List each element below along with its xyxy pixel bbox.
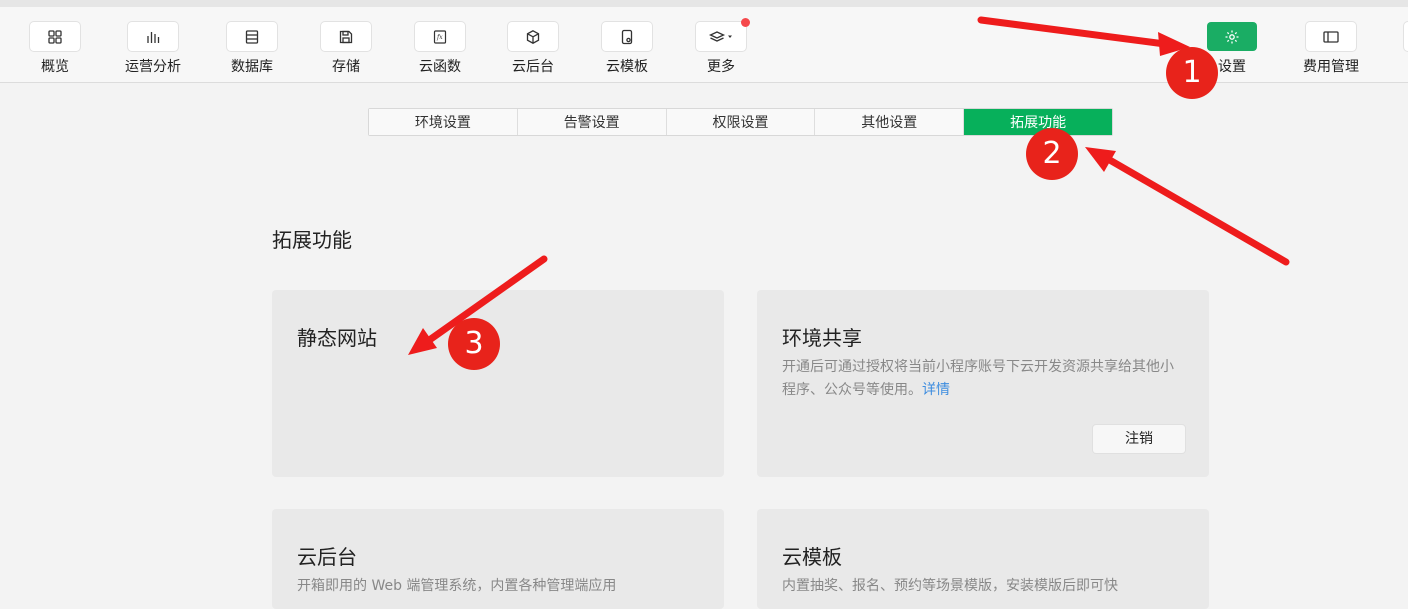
arrow-1	[977, 16, 1169, 48]
annotation-badge-3: 3	[448, 318, 500, 370]
annotation-badge-2: 2	[1026, 128, 1078, 180]
annotation-badge-1: 1	[1166, 47, 1218, 99]
arrow-2	[1104, 155, 1290, 266]
